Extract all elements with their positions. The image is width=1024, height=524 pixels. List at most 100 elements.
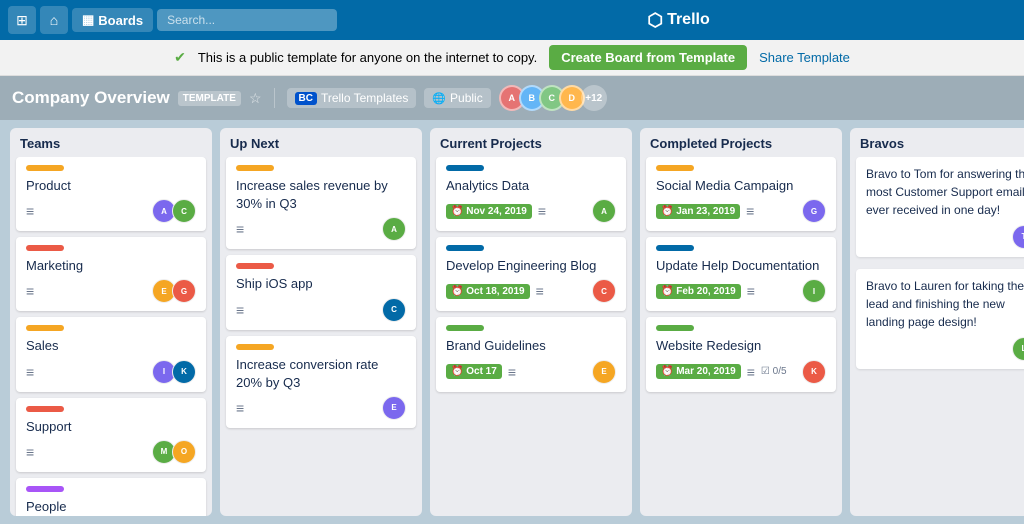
board-content: TeamsProduct≡ACMarketing≡EGSales≡IKSuppo… (0, 120, 1024, 524)
card-label (656, 325, 694, 331)
card-avatars: I (802, 279, 826, 303)
card-footer: ≡MO (26, 440, 196, 464)
card-meta: ≡ (26, 283, 34, 299)
card-label (446, 325, 484, 331)
list-cards-completed-projects: Social Media Campaign⏰ Jan 23, 2019≡GUpd… (640, 157, 842, 398)
card[interactable]: Website Redesign⏰ Mar 20, 2019≡☑ 0/5K (646, 317, 836, 391)
card-title: Ship iOS app (236, 275, 406, 293)
search-input[interactable] (157, 9, 337, 31)
card-label (26, 325, 64, 331)
description-icon: ≡ (536, 283, 544, 299)
list-header-current-projects: Current Projects (430, 128, 632, 157)
card-label (26, 486, 64, 492)
list-completed-projects: Completed Projects Social Media Campaign ⏰… (640, 128, 842, 516)
board-header: Company Overview TEMPLATE ☆ BC Trello Te… (0, 76, 1024, 120)
card-footer: ≡E (236, 396, 406, 420)
due-date-badge: ⏰ Jan 23, 2019 (656, 204, 740, 219)
card-footer: ≡AC (26, 199, 196, 223)
card-title: Support (26, 418, 196, 436)
home-icon[interactable]: ⌂ (40, 6, 68, 34)
card-footer: ≡ IK (26, 360, 196, 384)
template-badge: TEMPLATE (178, 91, 241, 106)
card[interactable]: Increase sales revenue by 30% in Q3≡A (226, 157, 416, 249)
card-title: Update Help Documentation (656, 257, 826, 275)
bravo-text: Bravo to Lauren for taking the lead and … (866, 277, 1024, 331)
card[interactable]: Increase conversion rate 20% by Q3 ≡E (226, 336, 416, 428)
create-board-button[interactable]: Create Board from Template (549, 45, 747, 70)
list-cards-bravos: Bravo to Tom for answering the most Cust… (850, 157, 1024, 381)
card-footer: ⏰ Nov 24, 2019≡A (446, 199, 616, 223)
avatar: E (592, 360, 616, 384)
bravo-text: Bravo to Tom for answering the most Cust… (866, 165, 1024, 219)
card[interactable]: Social Media Campaign⏰ Jan 23, 2019≡G (646, 157, 836, 231)
card-title: Social Media Campaign (656, 177, 826, 195)
avatar: L (1012, 337, 1024, 361)
card-meta: ⏰ Nov 24, 2019 ≡ (446, 203, 546, 219)
card-meta: ≡ (26, 444, 34, 460)
card-footer: ⏰ Oct 18, 2019 ≡ C (446, 279, 616, 303)
check-icon: ✔ (174, 49, 186, 66)
avatar: C (592, 279, 616, 303)
list-header-completed-projects: Completed Projects (640, 128, 842, 157)
card[interactable]: Support ≡MO (16, 398, 206, 472)
list-cards-current-projects: Analytics Data⏰ Nov 24, 2019≡ADevelop En… (430, 157, 632, 398)
card[interactable]: Product ≡AC (16, 157, 206, 231)
card[interactable]: Sales≡IK (16, 317, 206, 391)
checklist-count: ☑ 0/5 (761, 366, 787, 377)
card-meta: ⏰ Jan 23, 2019≡ (656, 203, 754, 219)
avatar: A (382, 217, 406, 241)
description-icon: ≡ (508, 364, 516, 380)
card-footer: ⏰ Mar 20, 2019≡☑ 0/5K (656, 360, 826, 384)
avatar: K (172, 360, 196, 384)
card[interactable]: Brand Guidelines⏰ Oct 17≡E (436, 317, 626, 391)
avatar: T (1012, 225, 1024, 249)
extra-members-count[interactable]: +12 (581, 85, 607, 111)
boards-button[interactable]: ▦ Boards (72, 8, 153, 32)
bravo-card[interactable]: Bravo to Lauren for taking the lead and … (856, 269, 1024, 369)
card-avatars: E (382, 396, 406, 420)
avatar: E (382, 396, 406, 420)
card[interactable]: Analytics Data⏰ Nov 24, 2019≡A (436, 157, 626, 231)
share-template-link[interactable]: Share Template (759, 50, 850, 65)
avatar: G (172, 279, 196, 303)
description-icon: ≡ (538, 203, 546, 219)
card-meta: ⏰ Oct 18, 2019 ≡ (446, 283, 544, 299)
card[interactable]: Marketing≡EG (16, 237, 206, 311)
card-label (236, 165, 274, 171)
template-banner: ✔ This is a public template for anyone o… (0, 40, 1024, 76)
card-footer: ≡A (236, 217, 406, 241)
visibility-button[interactable]: Public (424, 88, 490, 108)
card[interactable]: People≡Q (16, 478, 206, 516)
workspace-button[interactable]: BC Trello Templates (287, 88, 417, 108)
card-title: Brand Guidelines (446, 337, 616, 355)
description-icon: ≡ (26, 283, 34, 299)
due-date-badge: ⏰ Oct 18, 2019 (446, 284, 530, 299)
card-label (26, 406, 64, 412)
card-label (656, 245, 694, 251)
list-current-projects: Current ProjectsAnalytics Data⏰ Nov 24, … (430, 128, 632, 516)
card[interactable]: Develop Engineering Blog⏰ Oct 18, 2019≡C (436, 237, 626, 311)
grid-icon[interactable]: ⊞ (8, 6, 36, 34)
card-title: Marketing (26, 257, 196, 275)
card-label (236, 344, 274, 350)
card-title: Increase sales revenue by 30% in Q3 (236, 177, 406, 213)
card-avatars: E (592, 360, 616, 384)
banner-message: This is a public template for anyone on … (198, 50, 537, 65)
globe-icon (432, 91, 446, 105)
description-icon: ≡ (236, 221, 244, 237)
star-icon[interactable]: ☆ (249, 90, 262, 107)
due-date-badge: ⏰ Nov 24, 2019 (446, 204, 532, 219)
card-title: Product (26, 177, 196, 195)
bravo-card[interactable]: Bravo to Tom for answering the most Cust… (856, 157, 1024, 257)
card-avatars: IK (152, 360, 196, 384)
card[interactable]: Update Help Documentation ⏰ Feb 20, 2019≡… (646, 237, 836, 311)
due-date-badge: ⏰ Mar 20, 2019 (656, 364, 741, 379)
card-meta: ⏰ Feb 20, 2019≡ (656, 283, 755, 299)
card-title: Increase conversion rate 20% by Q3 (236, 356, 406, 392)
list-up-next: Up Next Increase sales revenue by 30% in … (220, 128, 422, 516)
card-meta: ≡ (26, 364, 34, 380)
list-header-up-next: Up Next (220, 128, 422, 157)
avatar: O (172, 440, 196, 464)
card-meta: ≡ (236, 221, 244, 237)
card[interactable]: Ship iOS app≡C (226, 255, 416, 329)
